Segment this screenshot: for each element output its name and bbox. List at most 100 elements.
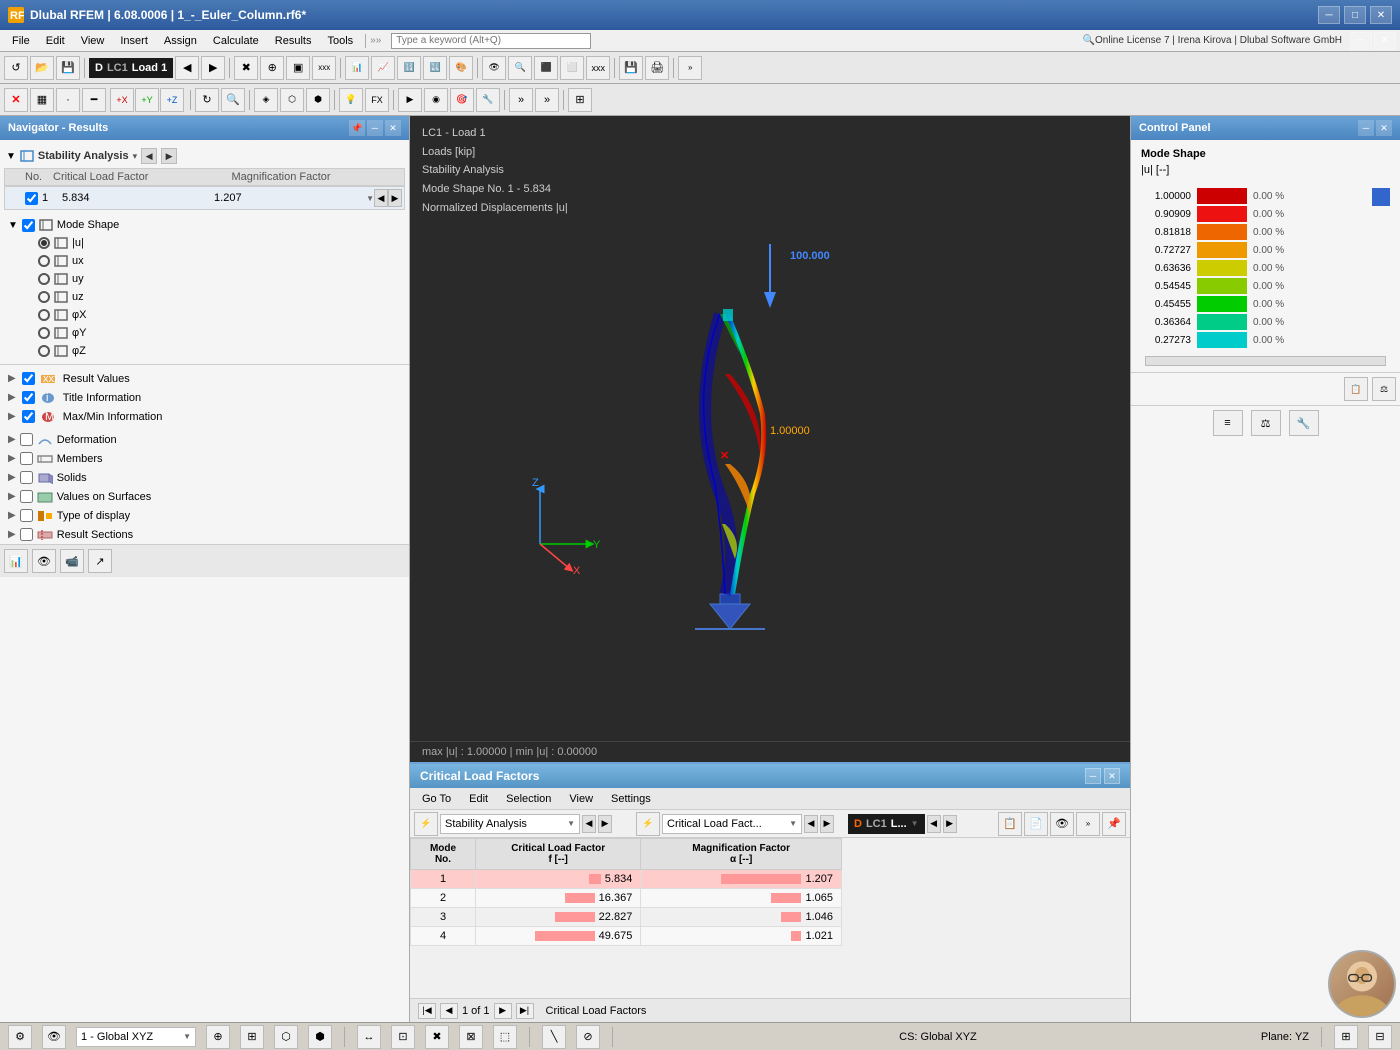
menu-assign[interactable]: Assign: [156, 33, 205, 49]
tb-result3[interactable]: 🔢: [397, 56, 421, 80]
tbl-prev[interactable]: ◀: [440, 1003, 458, 1019]
nav-tb-results[interactable]: 📊: [4, 549, 28, 573]
search-input[interactable]: [391, 33, 591, 49]
maximize-button[interactable]: □: [1344, 6, 1366, 24]
tb2-results2[interactable]: ◉: [424, 88, 448, 112]
menu-insert[interactable]: Insert: [112, 33, 156, 49]
check-title-info[interactable]: ▶ i Title Information: [4, 388, 405, 407]
radio-phiz[interactable]: [38, 345, 50, 357]
lc-arrow-right[interactable]: ▶: [201, 56, 225, 80]
tbl-menu-goto[interactable]: Go To: [414, 791, 459, 807]
radio-ux[interactable]: [38, 255, 50, 267]
mode-uz[interactable]: uz: [34, 288, 405, 306]
nav-tb-eye[interactable]: 👁: [32, 549, 56, 573]
viewport-3d[interactable]: LC1 - Load 1 Loads [kip] Stability Analy…: [410, 116, 1130, 762]
tb-move[interactable]: ⊕: [260, 56, 284, 80]
toolbar-undo[interactable]: ↺: [4, 56, 28, 80]
nav-pin[interactable]: 📌: [349, 120, 365, 136]
tbl-tb-copy[interactable]: 📋: [998, 812, 1022, 836]
minimize-button[interactable]: ─: [1318, 6, 1340, 24]
status-icon[interactable]: ⚙: [8, 1025, 32, 1049]
tb-xxx[interactable]: xxx: [312, 56, 336, 80]
menu-file[interactable]: File: [4, 33, 38, 49]
table-min[interactable]: ─: [1085, 768, 1101, 784]
tb-cursor[interactable]: ✖: [234, 56, 258, 80]
cp-icon2[interactable]: ⚖: [1372, 377, 1396, 401]
menu-calculate[interactable]: Calculate: [205, 33, 267, 49]
status-tb2[interactable]: ⊞: [240, 1025, 264, 1049]
cb-result-values[interactable]: [22, 372, 35, 385]
lc-arrow-left[interactable]: ◀: [175, 56, 199, 80]
menu-edit[interactable]: Edit: [38, 33, 73, 49]
tb2-render2[interactable]: ⬡: [280, 88, 304, 112]
tb2-axis-y[interactable]: +Y: [135, 88, 159, 112]
tb2-axis-x[interactable]: +X: [110, 88, 134, 112]
status-tb7[interactable]: ✖: [425, 1025, 449, 1049]
cp-action3[interactable]: 🔧: [1289, 410, 1319, 436]
tb2-fx[interactable]: FX: [365, 88, 389, 112]
cp-action2[interactable]: ⚖: [1251, 410, 1281, 436]
status-tb6[interactable]: ⊡: [391, 1025, 415, 1049]
tb2-wire[interactable]: ⬢: [306, 88, 330, 112]
tbl-menu-selection[interactable]: Selection: [498, 791, 559, 807]
tbl-menu-settings[interactable]: Settings: [603, 791, 659, 807]
license-close[interactable]: ✕: [1374, 32, 1396, 50]
tb2-more1[interactable]: »: [509, 88, 533, 112]
status-tb10[interactable]: ╲: [542, 1025, 566, 1049]
expand-deformation[interactable]: ▶ Deformation: [4, 430, 405, 449]
tb-more[interactable]: »: [678, 56, 702, 80]
tbl-next[interactable]: ▶: [494, 1003, 512, 1019]
radio-u-abs[interactable]: [38, 237, 50, 249]
table-row[interactable]: 3 22.827 1.046: [411, 908, 842, 927]
mode-prev[interactable]: ◀: [374, 189, 388, 207]
tbl-tb-paste[interactable]: 📄: [1024, 812, 1048, 836]
table-row[interactable]: 4 49.675 1.021: [411, 927, 842, 946]
status-tb5[interactable]: ↔: [357, 1025, 381, 1049]
stability-next[interactable]: ▶: [161, 148, 177, 164]
tbl-clf-prev[interactable]: ◀: [804, 815, 818, 833]
tb2-more2[interactable]: »: [535, 88, 559, 112]
nav-minimize[interactable]: ─: [367, 120, 383, 136]
cb-result-sections[interactable]: [20, 528, 33, 541]
expand-members[interactable]: ▶ Members: [4, 449, 405, 468]
cb-values-surfaces[interactable]: [20, 490, 33, 503]
status-tb9[interactable]: ⬚: [493, 1025, 517, 1049]
tbl-clf-next[interactable]: ▶: [820, 815, 834, 833]
tb2-node[interactable]: ·: [56, 88, 80, 112]
expand-values-surfaces[interactable]: ▶ Values on Surfaces: [4, 487, 405, 506]
status-icon2[interactable]: 👁: [42, 1025, 66, 1049]
nav-tb-arrow[interactable]: ↗: [88, 549, 112, 573]
status-tb1[interactable]: ⊕: [206, 1025, 230, 1049]
check-result-values[interactable]: ▶ xxx Result Values: [4, 369, 405, 388]
tbl-tb-more[interactable]: »: [1076, 812, 1100, 836]
table-row[interactable]: 2 16.367 1.065: [411, 889, 842, 908]
tbl-last[interactable]: ▶|: [516, 1003, 534, 1019]
mode-u-abs[interactable]: |u|: [34, 234, 405, 252]
mode-shape-checkbox[interactable]: [22, 219, 35, 232]
tb-view3[interactable]: ⬛: [534, 56, 558, 80]
tb-view1[interactable]: 👁: [482, 56, 506, 80]
menu-tools[interactable]: Tools: [319, 33, 361, 49]
lc-selector[interactable]: D LC1 Load 1: [89, 58, 173, 78]
expand-type-display[interactable]: ▶ Type of display: [4, 506, 405, 525]
radio-uz[interactable]: [38, 291, 50, 303]
tbl-first[interactable]: |◀: [418, 1003, 436, 1019]
tb2-render1[interactable]: ◈: [254, 88, 278, 112]
tb-print[interactable]: 🖨: [645, 56, 669, 80]
coord-sys-dropdown[interactable]: 1 - Global XYZ ▼: [76, 1027, 196, 1047]
radio-phix[interactable]: [38, 309, 50, 321]
cp-scrollbar[interactable]: [1145, 356, 1386, 366]
expand-solids[interactable]: ▶ Solids: [4, 468, 405, 487]
tb2-results3[interactable]: 🎯: [450, 88, 474, 112]
mode-phiz[interactable]: φZ: [34, 342, 405, 360]
tbl-lc-selector[interactable]: D LC1 L... ▼: [848, 814, 925, 834]
mode-ux[interactable]: ux: [34, 252, 405, 270]
mode-checkbox[interactable]: [25, 192, 38, 205]
status-tb8[interactable]: ⊠: [459, 1025, 483, 1049]
tb2-x[interactable]: ✕: [4, 88, 28, 112]
tb-box[interactable]: ▣: [286, 56, 310, 80]
table-close[interactable]: ✕: [1104, 768, 1120, 784]
tb-result5[interactable]: 🎨: [449, 56, 473, 80]
tb2-rotate[interactable]: ↻: [195, 88, 219, 112]
tb-view5[interactable]: xxx: [586, 56, 610, 80]
